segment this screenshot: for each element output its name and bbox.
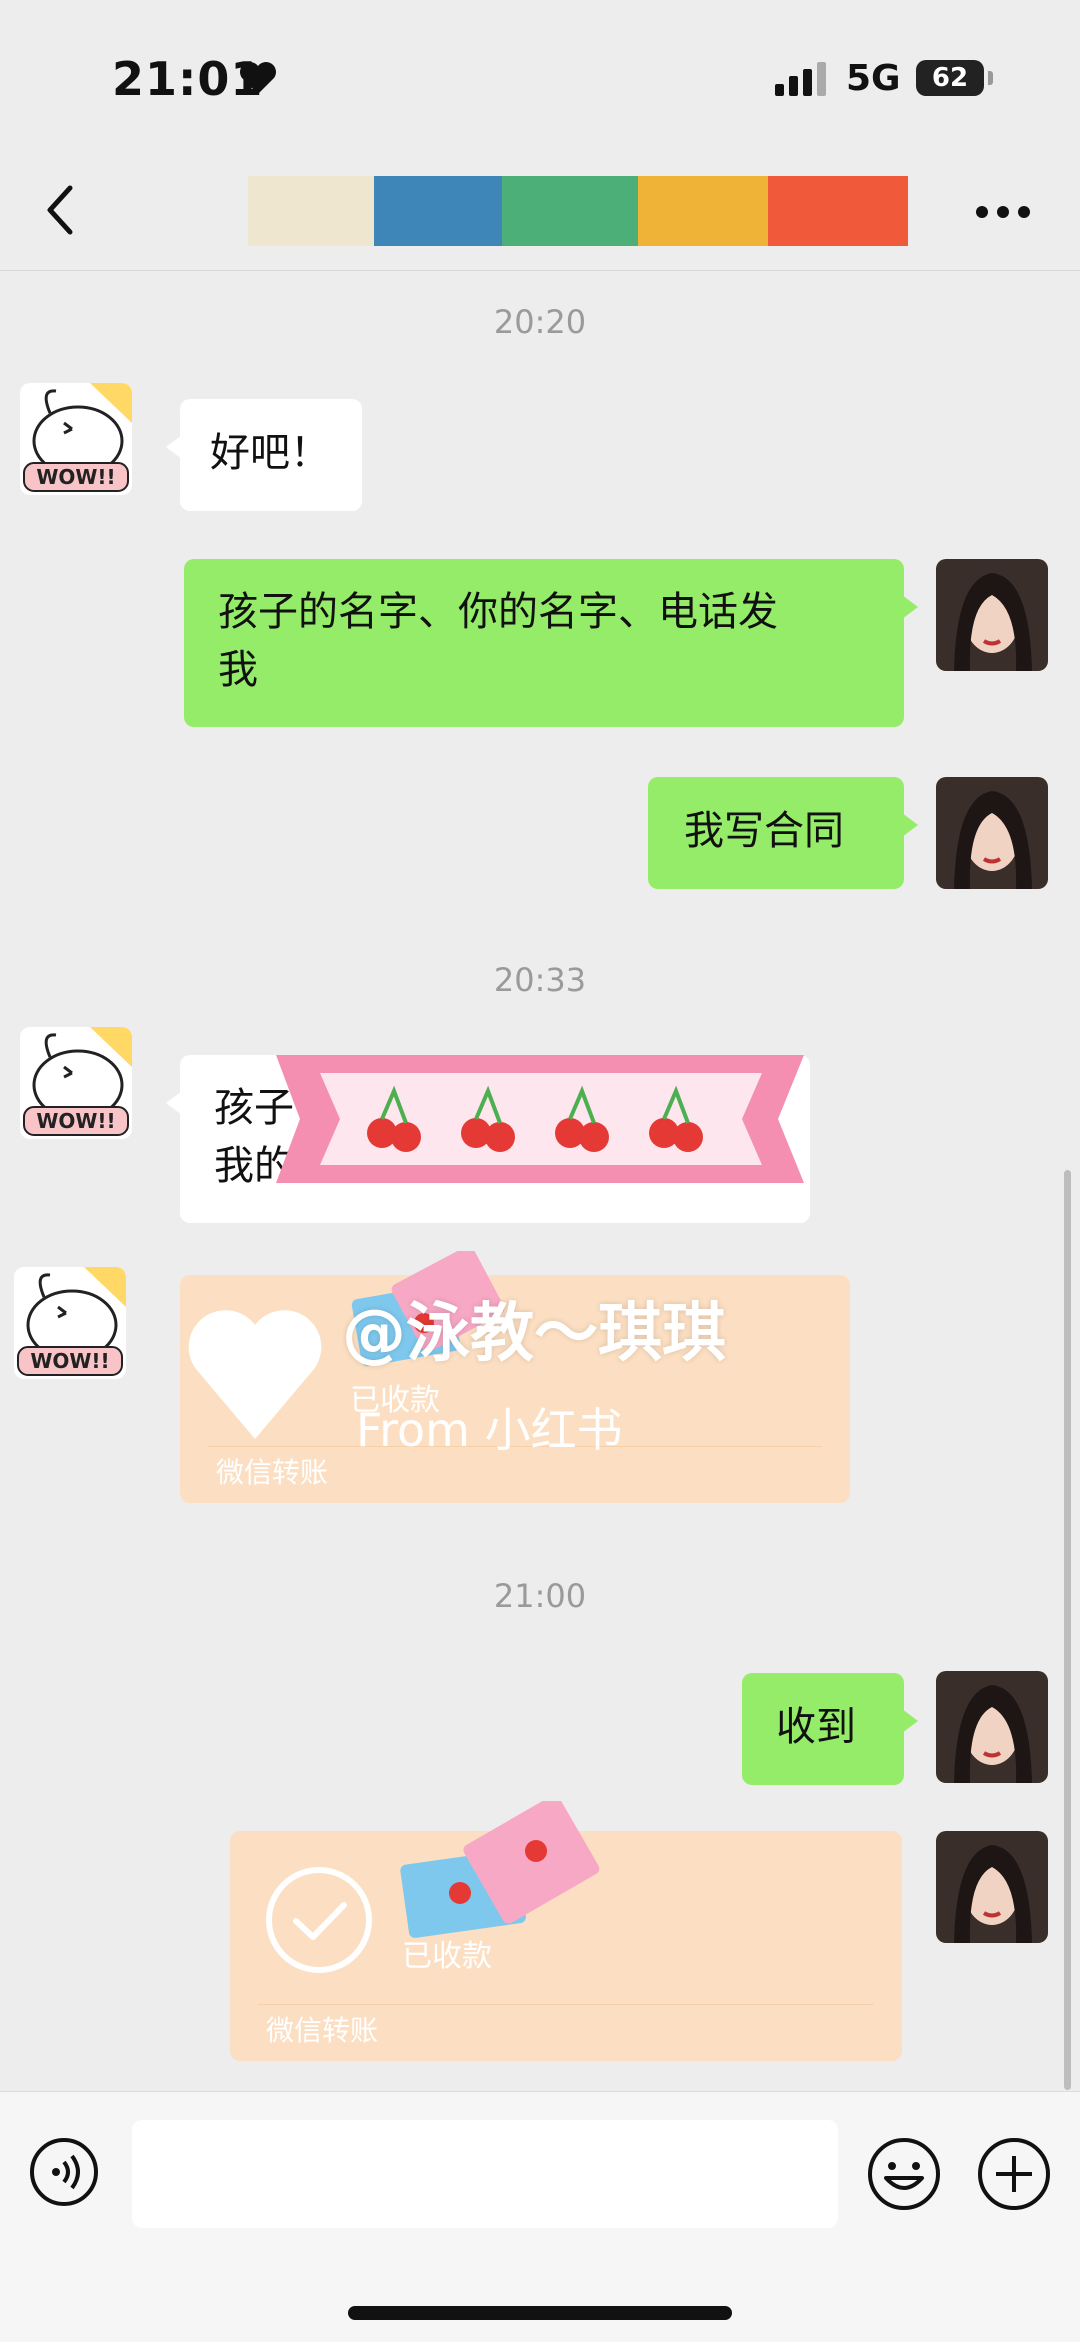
avatar-wow-text: WOW!!	[36, 465, 115, 489]
transfer-label: 微信转账	[216, 1456, 329, 1489]
heart-balloon-icon	[188, 1310, 322, 1439]
my-avatar[interactable]	[936, 1671, 1048, 1783]
friend-avatar[interactable]: WOW!!	[20, 383, 132, 495]
censor-block	[502, 176, 638, 246]
chevron-left-icon[interactable]	[40, 180, 80, 240]
watermark-source: From 小红书	[356, 1403, 623, 1457]
my-avatar[interactable]	[936, 559, 1048, 671]
my-avatar[interactable]	[936, 1831, 1048, 1943]
emoji-icon[interactable]	[866, 2136, 942, 2212]
censor-block	[768, 176, 908, 246]
status-bar: 21:01 5G 62	[0, 0, 1080, 150]
battery-icon: 62	[916, 60, 984, 96]
chat-title-redacted	[248, 176, 908, 246]
envelope-sticker	[400, 1801, 600, 1938]
censor-block	[638, 176, 768, 246]
input-bar	[0, 2091, 1080, 2342]
message-bubble-outgoing[interactable]: 孩子的名字、你的名字、电话发 我	[184, 559, 918, 727]
friend-avatar[interactable]: WOW!!	[20, 1027, 132, 1139]
message-list[interactable]: 20:20 WOW!! 好吧！ 孩子的名字、你的名字、电话发 我 我写合同 20…	[0, 271, 1080, 2091]
home-indicator[interactable]	[348, 2306, 732, 2320]
check-circle-icon	[266, 1867, 372, 1973]
chat-header	[0, 150, 1080, 271]
friend-avatar[interactable]: WOW!!	[14, 1267, 126, 1379]
timestamp: 20:20	[493, 303, 587, 341]
battery-level: 62	[931, 63, 969, 93]
ellipsis-icon[interactable]	[975, 205, 1031, 219]
message-line: 我	[218, 647, 258, 693]
avatar-wow-text: WOW!!	[36, 1109, 115, 1133]
message-input[interactable]	[132, 2120, 838, 2228]
scrollbar[interactable]	[1064, 1170, 1071, 2090]
signal-icon	[775, 62, 826, 96]
transfer-label: 微信转账	[266, 2014, 379, 2047]
heart-icon	[240, 62, 276, 94]
timestamp: 21:00	[493, 1577, 587, 1615]
my-avatar[interactable]	[936, 777, 1048, 889]
censor-block	[248, 176, 374, 246]
voice-icon[interactable]	[28, 2136, 100, 2208]
message-line: 孩子的名字、你的名字、电话发	[218, 589, 778, 635]
message-bubble-incoming[interactable]: 好吧！	[166, 399, 362, 511]
divider	[258, 2004, 874, 2005]
censor-block	[374, 176, 502, 246]
plus-icon[interactable]	[976, 2136, 1052, 2212]
network-type: 5G	[846, 58, 901, 99]
cherry-ribbon-sticker	[276, 1055, 804, 1183]
battery-tip	[988, 71, 993, 85]
timestamp: 20:33	[493, 961, 587, 999]
message-bubble-outgoing[interactable]: 收到	[742, 1673, 918, 1785]
message-bubble-outgoing[interactable]: 我写合同	[648, 777, 918, 889]
watermark-handle: @泳教～琪琪	[342, 1297, 726, 1371]
avatar-wow-text: WOW!!	[30, 1349, 109, 1373]
